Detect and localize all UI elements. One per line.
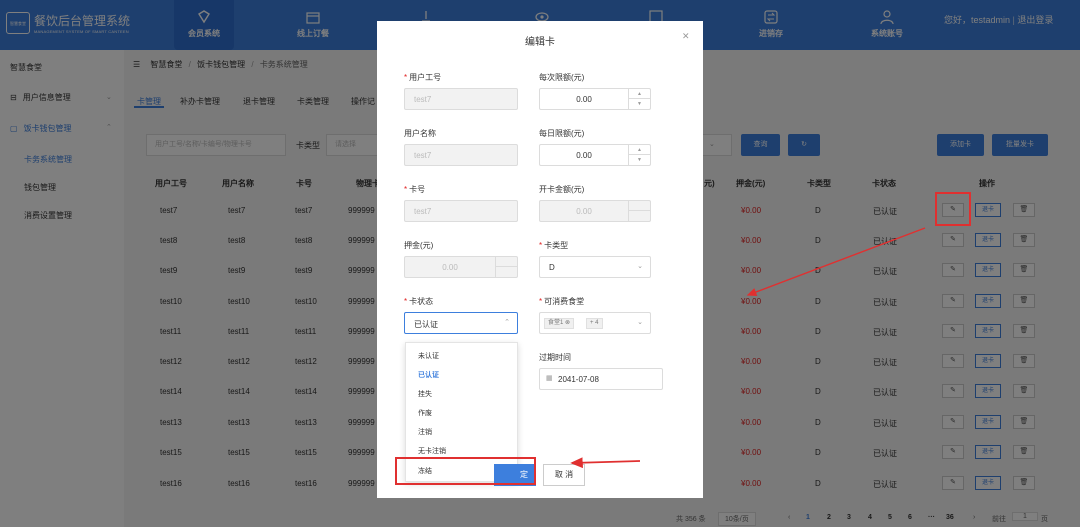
canteen-tag[interactable]: 食堂1 ⊗ xyxy=(544,318,575,329)
tag-close-icon[interactable]: ⊗ xyxy=(565,320,570,326)
decrement-icon xyxy=(496,267,517,277)
annotation-box-edit xyxy=(935,192,971,226)
chevron-down-icon: ⌄ xyxy=(637,263,643,270)
dropdown-option[interactable]: 作废 xyxy=(418,408,432,418)
modal-title: 编辑卡 xyxy=(525,37,555,48)
label-user-id: * 用户工号 xyxy=(404,73,442,82)
dropdown-option[interactable]: 注销 xyxy=(418,427,432,437)
annotation-box-freeze xyxy=(395,457,536,485)
dropdown-option[interactable]: 挂失 xyxy=(418,389,432,399)
open-amount-stepper: 0.00 xyxy=(539,200,651,222)
card-status-select[interactable]: 已认证 ⌃ xyxy=(404,312,518,334)
card-no-input: test7 xyxy=(404,200,518,222)
canteen-multiselect[interactable]: 食堂1 ⊗ + 4 ⌄ xyxy=(539,312,651,334)
calendar-icon: ▦ xyxy=(546,375,553,382)
label-card-no: * 卡号 xyxy=(404,185,426,194)
close-icon[interactable]: ✕ xyxy=(682,31,690,42)
label-user-name: 用户名称 xyxy=(404,129,436,138)
expire-date-picker[interactable]: ▦ 2041-07-08 xyxy=(539,368,663,390)
label-open-amount: 开卡金额(元) xyxy=(539,185,585,194)
increment-icon[interactable]: ▲ xyxy=(629,89,650,99)
label-canteen: * 可消费食堂 xyxy=(539,297,585,306)
user-id-input: test7 xyxy=(404,88,518,110)
cancel-button[interactable]: 取 消 xyxy=(543,464,585,486)
dropdown-option[interactable]: 未认证 xyxy=(418,351,439,361)
card-type-modal-select[interactable]: D ⌄ xyxy=(539,256,651,278)
label-card-status: * 卡状态 xyxy=(404,297,434,306)
decrement-icon[interactable]: ▼ xyxy=(629,155,650,165)
label-deposit: 押金(元) xyxy=(404,241,434,250)
user-name-input: test7 xyxy=(404,144,518,166)
label-limit-per: 每次限额(元) xyxy=(539,73,585,82)
limit-day-stepper[interactable]: 0.00 ▲ ▼ xyxy=(539,144,651,166)
chevron-up-icon: ⌃ xyxy=(504,319,510,326)
label-card-type: * 卡类型 xyxy=(539,241,569,250)
decrement-icon xyxy=(629,211,650,221)
dropdown-option[interactable]: 无卡注销 xyxy=(418,446,446,456)
chevron-down-icon: ⌄ xyxy=(637,319,643,326)
label-expire: 过期时间 xyxy=(539,353,571,362)
label-limit-day: 每日限额(元) xyxy=(539,129,585,138)
increment-icon xyxy=(496,257,517,267)
canteen-more-tag: + 4 xyxy=(586,318,603,329)
dropdown-option-selected[interactable]: 已认证 xyxy=(418,370,439,380)
limit-per-stepper[interactable]: 0.00 ▲ ▼ xyxy=(539,88,651,110)
decrement-icon[interactable]: ▼ xyxy=(629,99,650,109)
deposit-stepper: 0.00 xyxy=(404,256,518,278)
increment-icon[interactable]: ▲ xyxy=(629,145,650,155)
increment-icon xyxy=(629,201,650,211)
